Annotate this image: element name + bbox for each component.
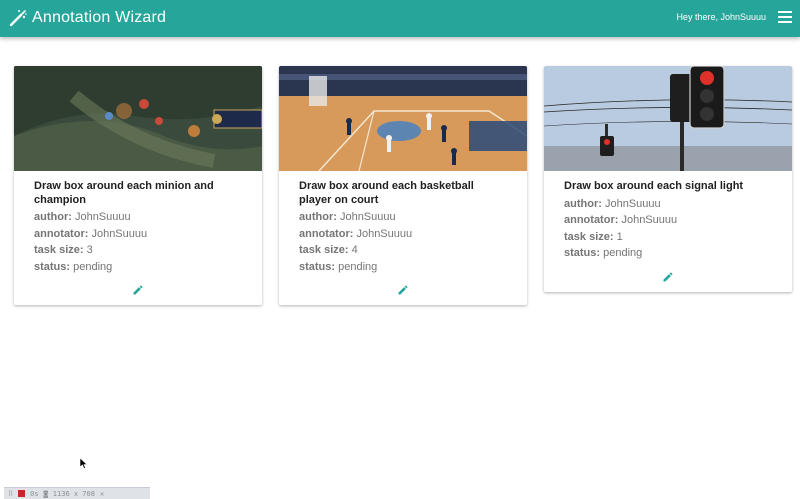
- record-timer: 0s: [30, 489, 39, 498]
- drag-handle-icon[interactable]: ⠿: [8, 490, 13, 498]
- author-field: author: JohnSuuuu: [564, 197, 661, 210]
- wand-icon: [9, 10, 27, 27]
- pencil-icon[interactable]: [132, 284, 144, 296]
- task-size-field: task size: 4: [299, 244, 358, 256]
- close-icon[interactable]: ✕: [100, 490, 104, 498]
- task-thumbnail-traffic-light: [544, 66, 792, 171]
- task-title: Draw box around each signal light: [564, 180, 744, 192]
- brand-link[interactable]: Annotation Wizard: [8, 6, 166, 30]
- annotator-field: annotator: JohnSuuuu: [564, 214, 678, 226]
- task-card[interactable]: Draw box around each minion and champion…: [14, 66, 262, 305]
- task-thumbnail-basketball: [279, 66, 527, 171]
- mouse-cursor-icon: [80, 458, 88, 469]
- app-title: Annotation Wizard: [32, 9, 167, 26]
- task-size-field: task size: 3: [34, 244, 93, 256]
- status-field: status: pending: [564, 247, 643, 259]
- annotator-field: annotator: JohnSuuuu: [299, 227, 413, 240]
- task-thumbnail-game: [14, 66, 262, 171]
- hamburger-menu-icon[interactable]: [778, 11, 792, 23]
- pencil-icon[interactable]: [397, 284, 409, 296]
- recording-size: 1136 x 708: [52, 489, 95, 498]
- camera-icon[interactable]: ◙: [44, 490, 48, 498]
- author-field: author: JohnSuuuu: [34, 211, 131, 223]
- annotator-field: annotator: JohnSuuuu: [34, 227, 148, 240]
- status-field: status: pending: [299, 260, 378, 273]
- recorder-toolbar: ⠿ 0s ◙ 1136 x 708 ✕: [4, 487, 150, 499]
- pencil-icon[interactable]: [662, 271, 674, 283]
- task-card[interactable]: Draw box around each signal light author…: [544, 66, 792, 292]
- task-size-field: task size: 1: [564, 230, 623, 243]
- task-title: Draw box around each minion and champion: [34, 180, 214, 206]
- task-title: Draw box around each basketball player o…: [299, 180, 474, 206]
- task-card[interactable]: Draw box around each basketball player o…: [279, 66, 527, 305]
- author-field: author: JohnSuuuu: [299, 211, 396, 223]
- record-icon[interactable]: [18, 490, 26, 497]
- status-field: status: pending: [34, 260, 113, 273]
- app-bar: Annotation Wizard Hey there, JohnSuuuu: [0, 0, 800, 37]
- user-greeting: Hey there, JohnSuuuu: [676, 12, 766, 22]
